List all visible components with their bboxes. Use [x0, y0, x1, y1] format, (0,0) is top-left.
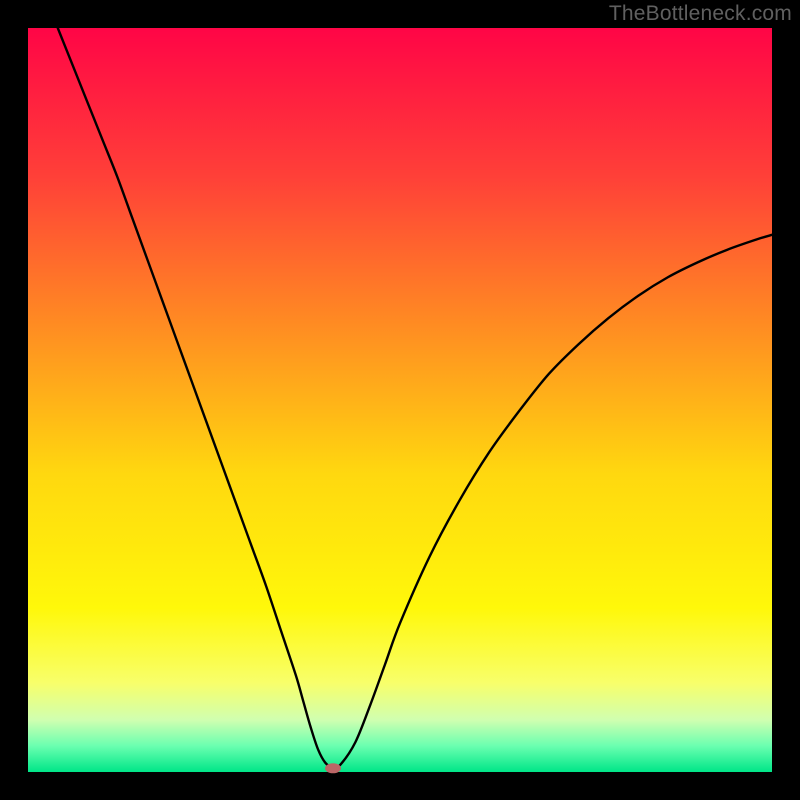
watermark-text: TheBottleneck.com — [609, 2, 792, 26]
minimum-marker — [325, 763, 341, 773]
chart-svg — [0, 0, 800, 800]
plot-background — [28, 28, 772, 772]
chart-container: { "watermark": "TheBottleneck.com", "cha… — [0, 0, 800, 800]
